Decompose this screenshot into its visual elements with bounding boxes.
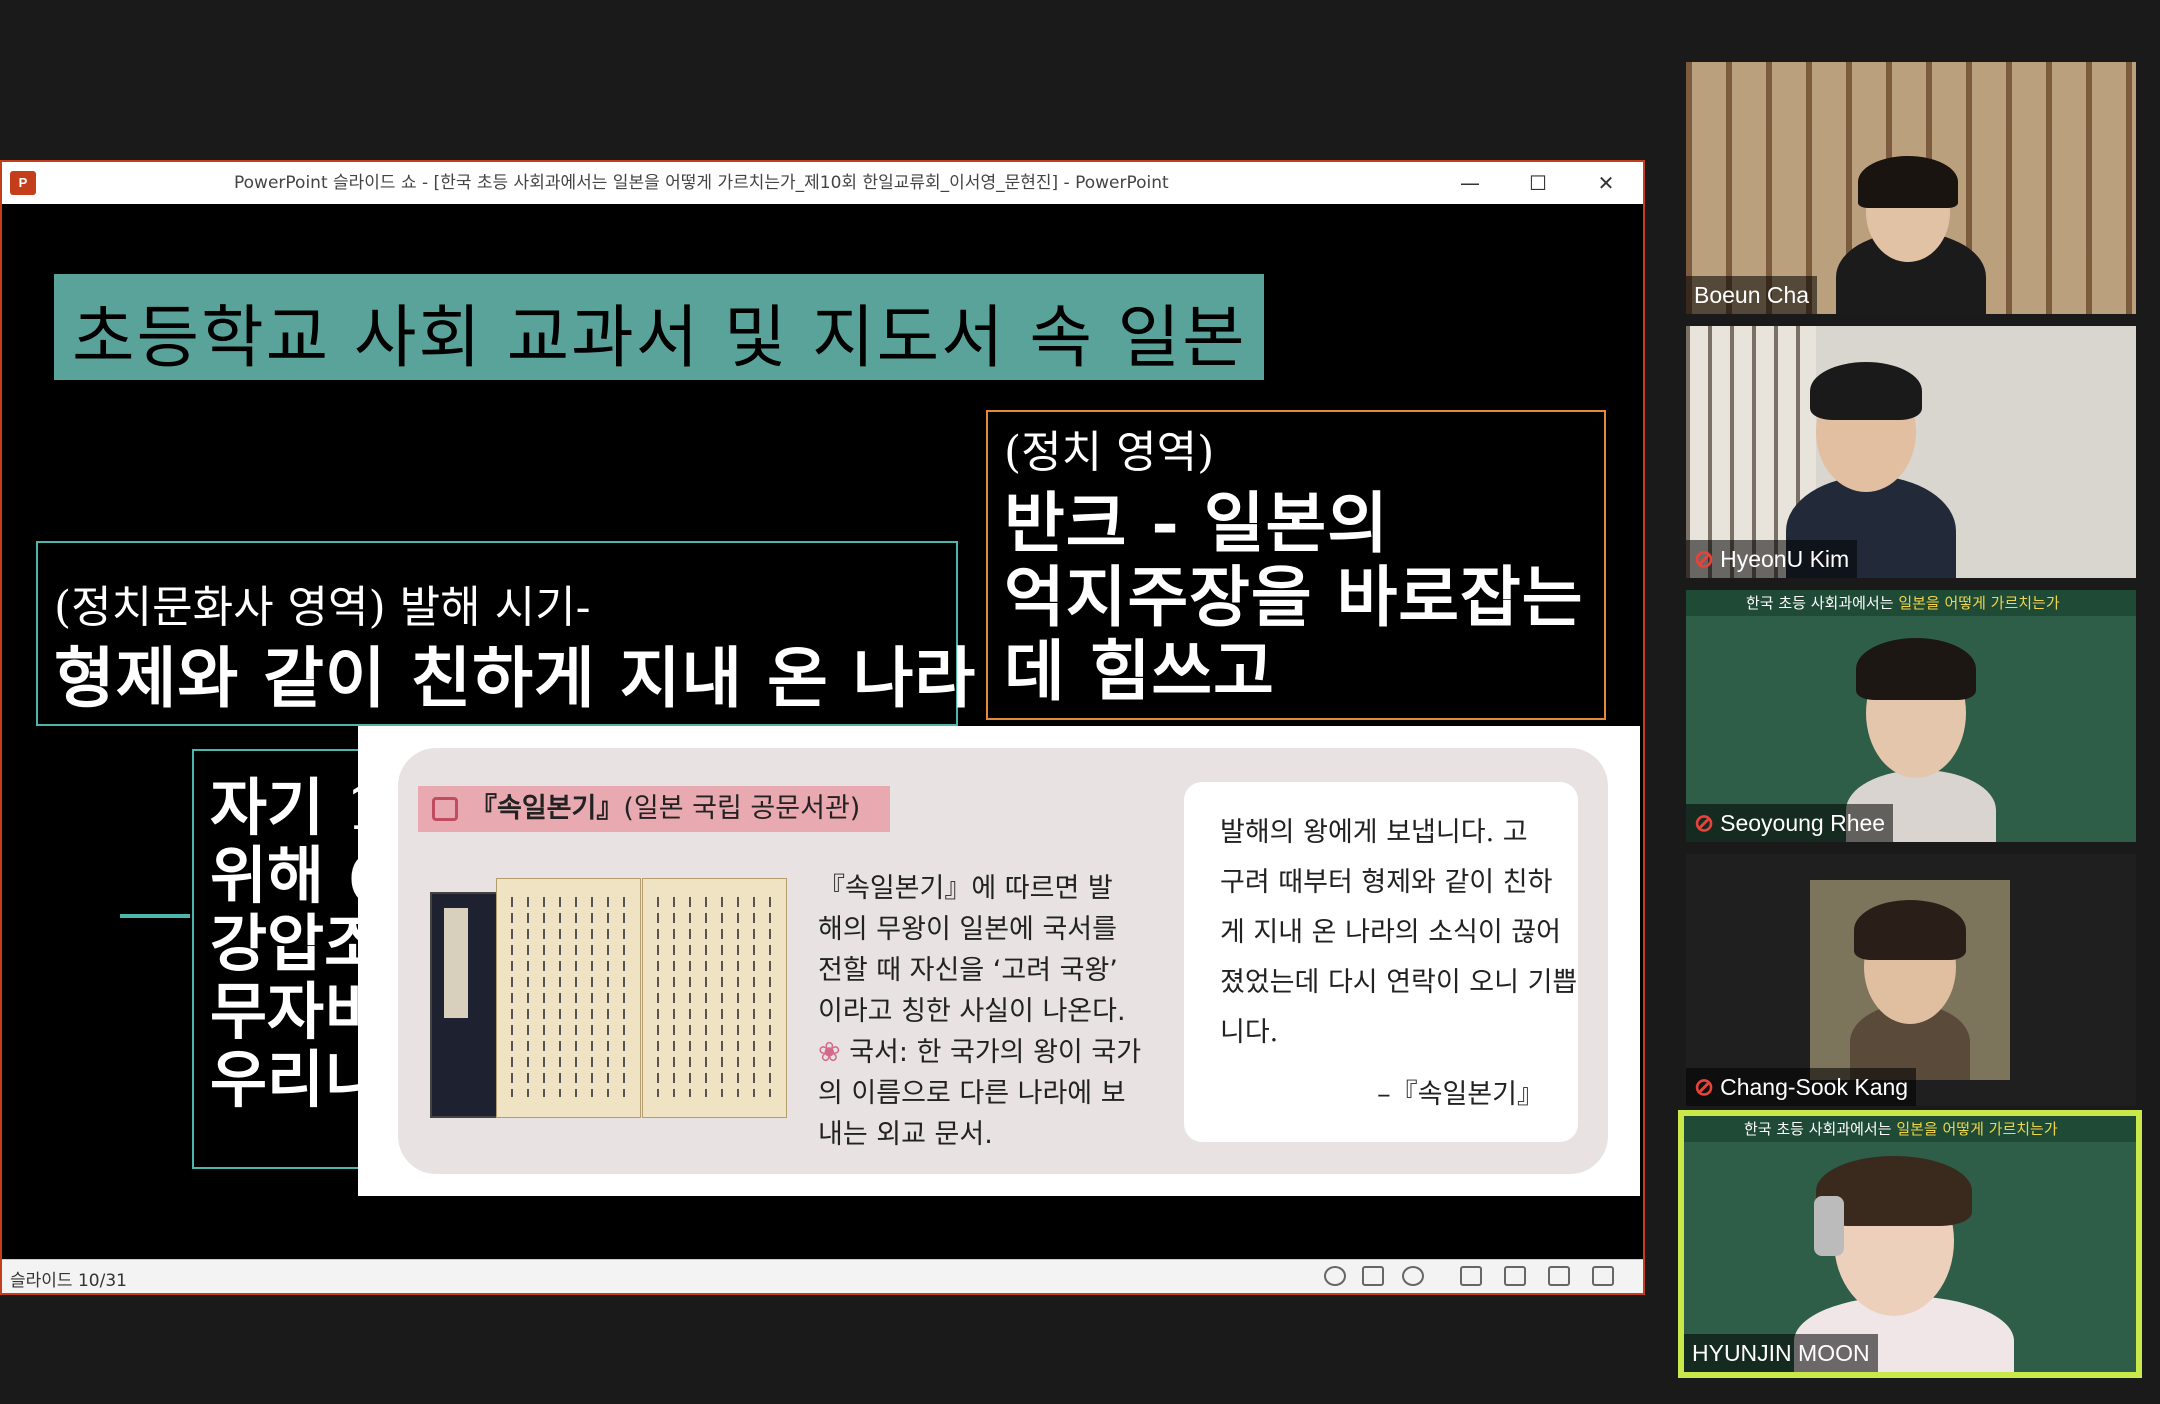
- old-book-illustration: [430, 878, 792, 1128]
- muted-mic-icon: ⊘: [1694, 810, 1715, 837]
- slideshow-view-icon[interactable]: [1592, 1266, 1614, 1286]
- maximize-icon: ☐: [1529, 171, 1547, 195]
- slide-title: 초등학교 사회 교과서 및 지도서 속 일본: [72, 299, 1247, 378]
- quote-line: 발해의 왕에게 보냅니다. 고: [1220, 817, 1528, 848]
- footnote-line: 의 이름으로 다른 나라에 보: [818, 1078, 1126, 1109]
- next-slide-icon[interactable]: [1402, 1266, 1424, 1286]
- quote-line: 구려 때부터 형제와 같이 친하: [1220, 867, 1553, 898]
- paragraph-line: 『속일본기』에 따르면 발: [818, 873, 1113, 904]
- window-title: PowerPoint 슬라이드 쇼 - [한국 초등 사회과에서는 일본을 어떻…: [234, 173, 1169, 193]
- left-text-box: (정치문화사 영역) 발해 시기- 형제와 같이 친하게 지내 온 나라: [36, 541, 975, 726]
- participant-name: Boeun Cha: [1686, 276, 1818, 314]
- slide-sorter-icon[interactable]: [1362, 1266, 1384, 1286]
- minimize-button[interactable]: —: [1436, 162, 1504, 204]
- quote-source: –『속일본기』: [1377, 1079, 1544, 1110]
- minimize-icon: —: [1460, 171, 1480, 195]
- flower-icon: ❀: [818, 1037, 841, 1068]
- slide-counter: 슬라이드 10/31: [10, 1271, 127, 1291]
- participant-name: ⊘ Seoyoung Rhee: [1686, 804, 1894, 842]
- maximize-button[interactable]: ☐: [1504, 162, 1572, 204]
- quote-card: 발해의 왕에게 보냅니다. 고 구려 때부터 형제와 같이 친하 게 지내 온 …: [1184, 782, 1578, 1142]
- quote-line: 게 지내 온 나라의 소식이 끊어: [1220, 917, 1561, 948]
- normal-view-icon[interactable]: [1460, 1266, 1482, 1286]
- video-tile-chang-sook-kang[interactable]: ⊘ Chang-Sook Kang: [1686, 854, 2136, 1106]
- right-text-box: (정치 영역) 반크 - 일본의 억지주장을 바로잡는 데 힘쓰고: [986, 410, 1606, 720]
- grid-view-icon[interactable]: [1504, 1266, 1526, 1286]
- connector-line: [120, 914, 190, 918]
- video-tile-boeun-cha[interactable]: Boeun Cha: [1686, 62, 2136, 314]
- left-box-main: 형제와 같이 친하게 지내 온 나라: [54, 639, 977, 717]
- powerpoint-window: P PowerPoint 슬라이드 쇼 - [한국 초등 사회과에서는 일본을 …: [0, 160, 1645, 1295]
- right-box-line-3: 데 힘쓰고: [1004, 632, 1275, 710]
- participant-name: ⊘ HyeonU Kim: [1686, 540, 1858, 578]
- textbook-panel: 『속일본기』(일본 국립 공문서관) 『속일본기』에 따르면 발 해의 무왕이 …: [398, 748, 1608, 1174]
- video-tile-seoyoung-rhee[interactable]: 한국 초등 사회과에서는 일본을 어떻게 가르치는가 ⊘ Seoyoung Rhe…: [1686, 590, 2136, 842]
- book-icon: [432, 797, 458, 821]
- reading-view-icon[interactable]: [1548, 1266, 1570, 1286]
- paragraph-line: 해의 무왕이 일본에 국서를: [818, 914, 1117, 945]
- participant-name: HYUNJIN MOON: [1684, 1334, 1878, 1372]
- textbook-tag-title: 『속일본기』: [470, 793, 624, 824]
- powerpoint-app-icon: P: [10, 171, 36, 195]
- bottom-box-line-5: 우리니: [210, 1043, 382, 1116]
- shared-screen-header: 한국 초등 사회과에서는 일본을 어떻게 가르치는가: [1684, 1116, 2136, 1142]
- video-tile-hyeonu-kim[interactable]: ⊘ HyeonU Kim: [1686, 326, 2136, 578]
- textbook-source-tag: 『속일본기』(일본 국립 공문서관): [418, 786, 891, 832]
- slideshow-statusbar: 슬라이드 10/31: [2, 1259, 1643, 1293]
- textbook-paragraph: 『속일본기』에 따르면 발 해의 무왕이 일본에 국서를 전할 때 자신을 ‘고…: [818, 868, 1142, 1155]
- video-tile-hyunjin-moon-active[interactable]: 한국 초등 사회과에서는 일본을 어떻게 가르치는가 HYUNJIN MOON: [1678, 1110, 2142, 1378]
- slide-title-band: 초등학교 사회 교과서 및 지도서 속 일본: [54, 274, 1264, 380]
- muted-mic-icon: ⊘: [1694, 1074, 1715, 1101]
- slide-canvas[interactable]: 초등학교 사회 교과서 및 지도서 속 일본 (정치문화사 영역) 발해 시기-…: [2, 204, 1643, 1259]
- paragraph-line: 이라고 칭한 사실이 나온다.: [818, 996, 1126, 1027]
- participant-name: ⊘ Chang-Sook Kang: [1686, 1068, 1917, 1106]
- shared-screen-header: 한국 초등 사회과에서는 일본을 어떻게 가르치는가: [1686, 590, 2136, 616]
- footnote-line: 내는 외교 문서.: [818, 1119, 993, 1150]
- window-titlebar: P PowerPoint 슬라이드 쇼 - [한국 초등 사회과에서는 일본을 …: [2, 162, 1643, 204]
- paragraph-line: 전할 때 자신을 ‘고려 국왕’: [818, 955, 1118, 986]
- previous-slide-icon[interactable]: [1324, 1266, 1346, 1286]
- close-icon: ✕: [1597, 171, 1615, 195]
- close-button[interactable]: ✕: [1572, 162, 1640, 204]
- quote-line: 졌었는데 다시 연락이 오니 기쁩: [1220, 967, 1578, 998]
- headphones-icon: [1814, 1196, 1844, 1256]
- footnote-line: ❀ 국서: 한 국가의 왕이 국가: [818, 1037, 1142, 1068]
- textbook-excerpt-image: 『속일본기』(일본 국립 공문서관) 『속일본기』에 따르면 발 해의 무왕이 …: [358, 726, 1640, 1196]
- quote-line: 니다.: [1220, 1017, 1279, 1048]
- muted-mic-icon: ⊘: [1694, 546, 1715, 573]
- screen: P PowerPoint 슬라이드 쇼 - [한국 초등 사회과에서는 일본을 …: [0, 0, 2160, 1404]
- textbook-tag-source: (일본 국립 공문서관): [623, 793, 861, 824]
